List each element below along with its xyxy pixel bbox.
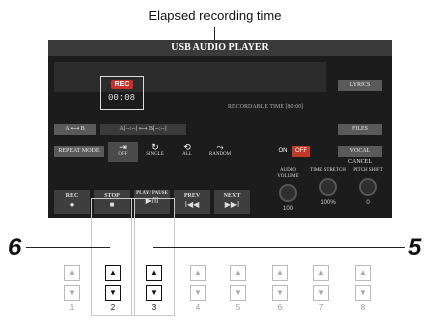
up-button-7[interactable]: ▲ xyxy=(313,265,329,281)
lyrics-button[interactable]: LYRICS xyxy=(338,80,382,91)
button-number-8: 8 xyxy=(360,303,366,312)
button-number-7: 7 xyxy=(318,303,324,312)
repeat-all-option[interactable]: ⟲ ALL xyxy=(172,142,202,162)
panel-button-pair-7: ▲ ▼ 7 xyxy=(313,265,329,312)
button-number-4: 4 xyxy=(195,303,201,312)
repeat-mode-label: REPEAT MODE xyxy=(54,146,104,157)
down-button-3[interactable]: ▼ xyxy=(146,285,162,301)
button-number-6: 6 xyxy=(277,303,283,312)
panel-button-pair-5: ▲ ▼ 5 xyxy=(230,265,246,312)
down-button-4[interactable]: ▼ xyxy=(190,285,206,301)
callout-number-6: 6 xyxy=(8,234,22,261)
up-button-1[interactable]: ▲ xyxy=(64,265,80,281)
time-stretch-control[interactable]: TIME STRETCH 100% xyxy=(310,168,346,214)
pitch-shift-value: 0 xyxy=(366,200,370,206)
rec-button-label: REC xyxy=(65,193,79,199)
audio-volume-control[interactable]: AUDIO VOLUME 100 xyxy=(270,168,306,214)
elapsed-time: 00:08 xyxy=(108,93,136,103)
repeat-off-label: OFF xyxy=(118,152,128,157)
repeat-random-option[interactable]: ⤳ RANDOM xyxy=(204,142,236,162)
vocal-cancel-off[interactable]: OFF xyxy=(292,146,310,157)
button-number-3: 3 xyxy=(151,303,157,312)
repeat-single-option[interactable]: ↻ SINGLE xyxy=(140,142,170,162)
up-button-5[interactable]: ▲ xyxy=(230,265,246,281)
up-button-8[interactable]: ▲ xyxy=(355,265,371,281)
repeat-single-icon: ↻ xyxy=(151,142,159,152)
callout-line-6 xyxy=(26,247,110,248)
repeat-random-icon: ⤳ xyxy=(216,142,224,152)
button-number-1: 1 xyxy=(69,303,75,312)
callout-line-5 xyxy=(153,247,405,248)
rec-badge: REC xyxy=(111,80,133,89)
caption-leader-line xyxy=(214,27,215,41)
record-icon: ● xyxy=(69,200,75,209)
panel-button-pair-8: ▲ ▼ 8 xyxy=(355,265,371,312)
time-stretch-value: 100% xyxy=(320,200,336,206)
panel-button-pair-4: ▲ ▼ 4 xyxy=(190,265,206,312)
down-button-1[interactable]: ▼ xyxy=(64,285,80,301)
screen-title: USB AUDIO PLAYER xyxy=(48,40,392,56)
down-button-8[interactable]: ▼ xyxy=(355,285,371,301)
usb-audio-player-screen: USB AUDIO PLAYER REC 00:08 RECORDABLE TI… xyxy=(48,40,392,218)
up-button-6[interactable]: ▲ xyxy=(272,265,288,281)
callout-number-5: 5 xyxy=(408,234,422,261)
vocal-cancel-button[interactable]: VOCAL CANCEL xyxy=(338,146,382,165)
elapsed-time-caption: Elapsed recording time xyxy=(148,8,282,23)
down-button-7[interactable]: ▼ xyxy=(313,285,329,301)
files-button[interactable]: FILES xyxy=(338,124,382,135)
time-stretch-knob[interactable] xyxy=(319,178,337,196)
panel-button-pair-3: ▲ ▼ 3 xyxy=(146,265,162,312)
repeat-off-option[interactable]: ⇥ OFF xyxy=(108,142,138,162)
audio-volume-value: 100 xyxy=(282,206,293,212)
prev-button[interactable]: PREV I◀◀ xyxy=(174,190,210,214)
button-number-2: 2 xyxy=(110,303,116,312)
repeat-all-label: ALL xyxy=(182,152,192,157)
audio-volume-label: AUDIO VOLUME xyxy=(277,168,299,179)
up-button-3[interactable]: ▲ xyxy=(146,265,162,281)
down-button-6[interactable]: ▼ xyxy=(272,285,288,301)
next-button-label: NEXT xyxy=(223,193,241,199)
next-button[interactable]: NEXT ▶▶I xyxy=(214,190,250,214)
recording-panel xyxy=(54,62,326,92)
audio-volume-knob[interactable] xyxy=(279,184,297,202)
next-icon: ▶▶I xyxy=(224,200,240,209)
pitch-shift-knob[interactable] xyxy=(359,178,377,196)
repeat-single-label: SINGLE xyxy=(146,152,164,157)
rec-button[interactable]: REC ● xyxy=(54,190,90,214)
ab-repeat-button[interactable]: A ⟷ B xyxy=(54,124,96,135)
down-button-2[interactable]: ▼ xyxy=(105,285,121,301)
up-button-4[interactable]: ▲ xyxy=(190,265,206,281)
recordable-time: RECORDABLE TIME [80:00] xyxy=(228,104,304,110)
repeat-all-icon: ⟲ xyxy=(183,142,191,152)
time-stretch-label: TIME STRETCH xyxy=(310,168,346,173)
vocal-cancel-on[interactable]: ON xyxy=(274,146,292,157)
repeat-random-label: RANDOM xyxy=(208,152,232,157)
ab-points: A[--:--] ⟷ B[--:--] xyxy=(100,124,186,135)
previous-icon: I◀◀ xyxy=(184,200,200,209)
button-number-5: 5 xyxy=(235,303,241,312)
panel-button-pair-2: ▲ ▼ 2 xyxy=(105,265,121,312)
up-button-2[interactable]: ▲ xyxy=(105,265,121,281)
pitch-shift-control[interactable]: PITCH SHIFT 0 xyxy=(350,168,386,214)
panel-button-pair-6: ▲ ▼ 6 xyxy=(272,265,288,312)
panel-button-pair-1: ▲ ▼ 1 xyxy=(64,265,80,312)
prev-button-label: PREV xyxy=(183,193,201,199)
pitch-shift-label: PITCH SHIFT xyxy=(353,168,383,173)
down-button-5[interactable]: ▼ xyxy=(230,285,246,301)
repeat-off-icon: ⇥ xyxy=(119,142,127,152)
